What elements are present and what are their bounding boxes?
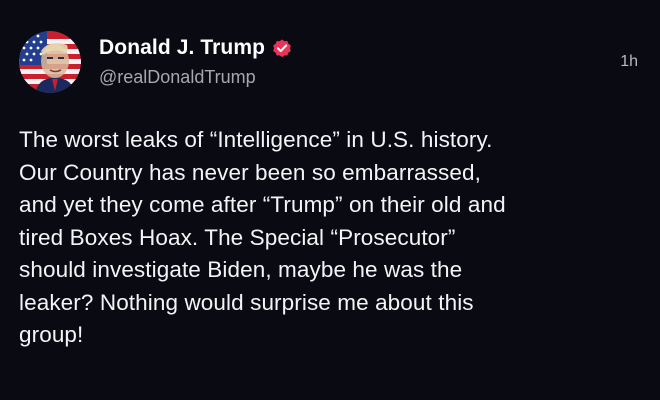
post-body-text: The worst leaks of “Intelligence” in U.S… (19, 127, 506, 347)
author-handle[interactable]: @realDonaldTrump (99, 67, 256, 88)
post-timestamp[interactable]: 1h (620, 53, 638, 71)
author-avatar[interactable] (19, 31, 81, 93)
post-card: Donald J. Trump @realDonaldTrump 1h The … (0, 0, 660, 400)
author-display-name[interactable]: Donald J. Trump (99, 36, 265, 60)
verified-badge-icon (271, 37, 293, 59)
flag-portrait-icon (19, 31, 81, 93)
author-name-row: Donald J. Trump (99, 33, 293, 63)
